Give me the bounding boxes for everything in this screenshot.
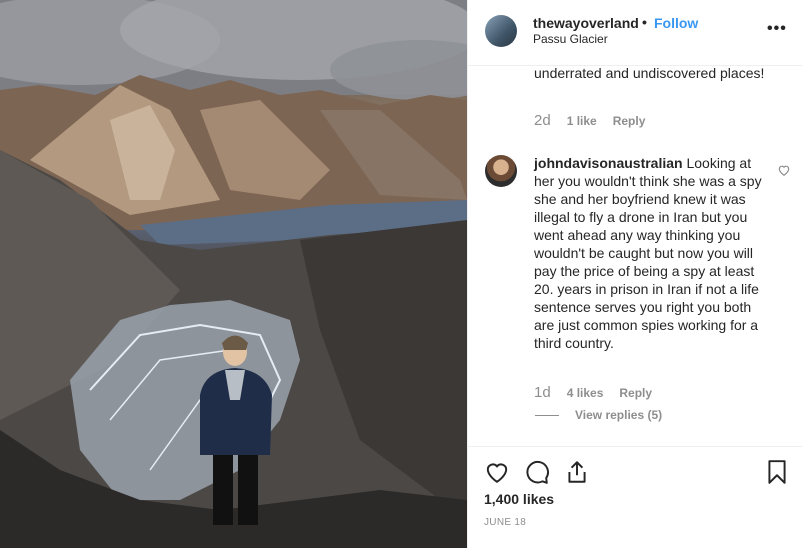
post-actions: 1,400 likes JUNE 18 [468, 446, 802, 548]
post-header: thewayoverland • Follow Passu Glacier ••… [468, 0, 802, 66]
comment-time: 1d [534, 384, 551, 401]
follow-button[interactable]: Follow [654, 15, 698, 31]
commenter-avatar[interactable] [485, 155, 517, 187]
heart-icon[interactable] [484, 459, 510, 485]
share-icon[interactable] [564, 459, 590, 485]
view-replies-button[interactable]: View replies (5) [535, 408, 662, 422]
comment-likes[interactable]: 1 like [567, 114, 597, 128]
post-sidebar: thewayoverland • Follow Passu Glacier ••… [467, 0, 802, 548]
comment-text: Looking at her you wouldn't think she wa… [534, 155, 762, 351]
comments-list[interactable]: underrated and undiscovered places! 2d 1… [468, 66, 802, 446]
author-avatar[interactable] [485, 15, 517, 47]
reply-button[interactable]: Reply [619, 386, 652, 400]
comment-time: 2d [534, 112, 551, 129]
post-location[interactable]: Passu Glacier [533, 32, 608, 46]
author-username[interactable]: thewayoverland [533, 15, 639, 31]
comment-body: johndavisonaustralian Looking at her you… [534, 154, 764, 352]
comment-heart-icon[interactable] [777, 163, 791, 177]
likes-count[interactable]: 1,400 likes [484, 491, 554, 507]
comment-icon[interactable] [524, 459, 550, 485]
glacier-landscape-image [0, 0, 467, 548]
post-date: JUNE 18 [484, 517, 527, 528]
comment-likes[interactable]: 4 likes [567, 386, 604, 400]
comment-text: underrated and undiscovered places! [534, 66, 765, 81]
comment-meta: 1d 4 likes Reply [534, 384, 652, 401]
commenter-username[interactable]: johndavisonaustralian [534, 155, 683, 171]
reply-button[interactable]: Reply [613, 114, 646, 128]
replies-divider [535, 414, 559, 416]
bookmark-icon[interactable] [764, 459, 790, 485]
comment-meta: 2d 1 like Reply [534, 112, 645, 129]
more-options-icon[interactable]: ••• [767, 20, 787, 38]
header-separator: • [642, 14, 647, 30]
post-photo[interactable] [0, 0, 467, 548]
view-replies-label: View replies (5) [575, 408, 663, 422]
